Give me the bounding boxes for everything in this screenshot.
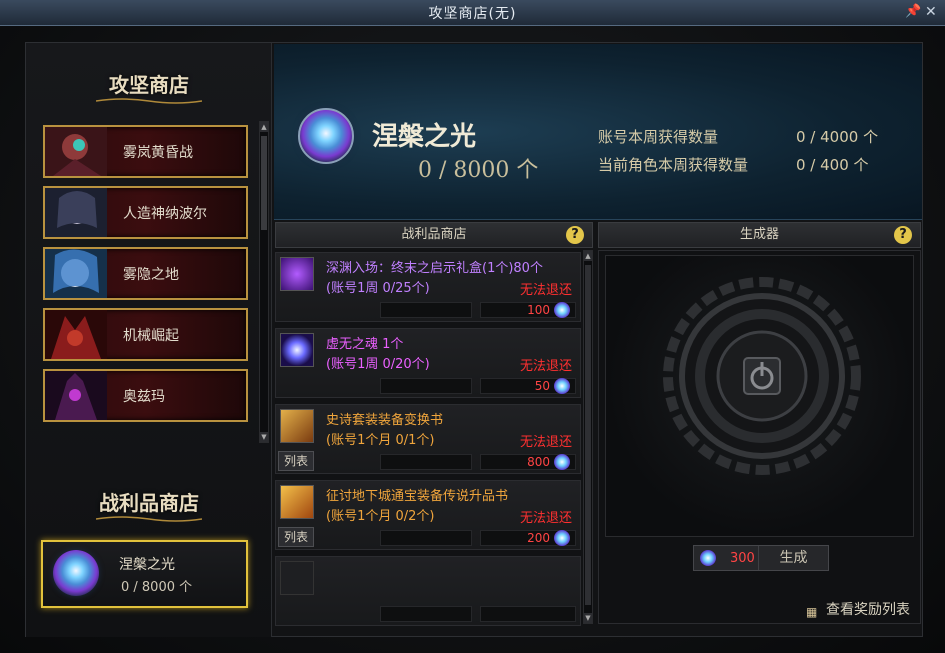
view-rewards-link[interactable]: ▦ 查看奖励列表 bbox=[806, 599, 910, 619]
window-title: 攻坚商店(无) bbox=[428, 5, 517, 22]
weekly-account-value: 0 / 4000 个 bbox=[796, 128, 879, 146]
item-slot bbox=[380, 606, 472, 622]
gear-icon bbox=[663, 277, 861, 475]
dungeon-list-scrollbar[interactable]: ▲ ▼ bbox=[259, 121, 269, 443]
nirvana-light-icon bbox=[554, 302, 570, 318]
nirvana-light-icon bbox=[554, 378, 570, 394]
shop-item[interactable]: 征讨地下城通宝装备传说升品书 (账号1个月 0/2个) 无法退还 列表 200 bbox=[275, 480, 581, 550]
dungeon-item-2[interactable]: 雾隐之地 bbox=[43, 247, 248, 300]
generate-button[interactable]: 生成 bbox=[758, 546, 828, 570]
loot-shop-header: 战利品商店 ? bbox=[275, 222, 593, 248]
void-soul-icon bbox=[280, 333, 314, 367]
dungeon-portrait bbox=[45, 310, 107, 359]
scroll-down-icon[interactable]: ▼ bbox=[584, 613, 592, 623]
item-name: 史诗套装装备变换书 bbox=[326, 413, 444, 428]
generator-header: 生成器 ? bbox=[598, 222, 921, 248]
dungeon-label: 雾隐之地 bbox=[123, 267, 179, 283]
empty-slot-icon bbox=[280, 561, 314, 595]
currency-count: 0 / 8000 个 bbox=[121, 580, 193, 595]
weekly-character-label: 当前角色本周获得数量 bbox=[598, 156, 749, 174]
banner-currency-name: 涅槃之光 bbox=[372, 122, 477, 152]
nirvana-light-icon bbox=[298, 108, 354, 164]
no-refund-label: 无法退还 bbox=[519, 283, 572, 298]
item-slot bbox=[380, 454, 472, 470]
item-name: 征讨地下城通宝装备传说升品书 bbox=[326, 489, 509, 504]
nirvana-light-icon bbox=[53, 550, 99, 596]
item-slot bbox=[380, 530, 472, 546]
dungeon-label: 机械崛起 bbox=[123, 328, 179, 344]
nirvana-light-icon bbox=[554, 454, 570, 470]
legendary-upgrade-book-icon bbox=[280, 485, 314, 519]
dungeon-label: 雾岚黄昏战 bbox=[123, 145, 193, 161]
item-slot bbox=[380, 378, 472, 394]
no-refund-label: 无法退还 bbox=[519, 359, 572, 374]
title-flourish bbox=[96, 98, 202, 104]
sidebar-title: 攻坚商店 bbox=[109, 73, 189, 97]
scroll-up-icon[interactable]: ▲ bbox=[584, 251, 592, 261]
item-name: 深渊入场：终末之启示礼盒(1个)80个 bbox=[326, 261, 543, 276]
shop-item[interactable]: 深渊入场：终末之启示礼盒(1个)80个 (账号1周 0/25个) 无法退还 10… bbox=[275, 252, 581, 322]
shop-list-scrollbar[interactable]: ▲ ▼ bbox=[583, 250, 593, 624]
item-price-slot bbox=[480, 606, 576, 622]
scroll-thumb[interactable] bbox=[585, 265, 591, 605]
item-name: 虚无之魂 1个 bbox=[326, 337, 404, 352]
dungeon-item-0[interactable]: 雾岚黄昏战 bbox=[43, 125, 248, 178]
currency-card-nirvana-light[interactable]: 涅槃之光 0 / 8000 个 bbox=[41, 540, 248, 608]
nirvana-light-icon bbox=[554, 530, 570, 546]
grid-icon: ▦ bbox=[806, 605, 818, 619]
list-button[interactable]: 列表 bbox=[278, 527, 314, 547]
title-flourish bbox=[96, 516, 202, 522]
epic-conversion-book-icon bbox=[280, 409, 314, 443]
dungeon-portrait bbox=[45, 188, 107, 237]
dungeon-item-1[interactable]: 人造神纳波尔 bbox=[43, 186, 248, 239]
weekly-account-label: 账号本周获得数量 bbox=[598, 128, 719, 146]
list-button[interactable]: 列表 bbox=[278, 451, 314, 471]
abyss-ticket-box-icon bbox=[280, 257, 314, 291]
dungeon-item-4[interactable]: 奥兹玛 bbox=[43, 369, 248, 422]
generate-bar: 300 生成 bbox=[693, 545, 829, 571]
loot-shop-title: 战利品商店 bbox=[99, 491, 199, 515]
dungeon-item-3[interactable]: 机械崛起 bbox=[43, 308, 248, 361]
dungeon-portrait bbox=[45, 249, 107, 298]
dungeon-label: 奥兹玛 bbox=[123, 389, 165, 405]
item-limit: (账号1个月 0/1个) bbox=[326, 433, 435, 448]
no-refund-label: 无法退还 bbox=[519, 435, 572, 450]
item-price: 100 bbox=[527, 303, 550, 317]
no-refund-label: 无法退还 bbox=[519, 511, 572, 526]
left-sidebar: 攻坚商店 雾岚黄昏战 人造神纳波尔 雾隐之地 机械崛起 奥兹玛 ▲ ▼ 战利品商… bbox=[26, 43, 272, 637]
view-rewards-label: 查看奖励列表 bbox=[826, 602, 910, 618]
loot-shop-header-label: 战利品商店 bbox=[401, 227, 467, 242]
generator-header-label: 生成器 bbox=[739, 227, 779, 242]
scroll-down-icon[interactable]: ▼ bbox=[260, 432, 268, 442]
nirvana-light-icon bbox=[700, 550, 716, 566]
shop-item[interactable]: 史诗套装装备变换书 (账号1个月 0/1个) 无法退还 列表 800 bbox=[275, 404, 581, 474]
close-icon[interactable]: ✕ bbox=[925, 4, 939, 20]
item-limit: (账号1周 0/25个) bbox=[326, 281, 430, 296]
dungeon-label: 人造神纳波尔 bbox=[123, 206, 207, 222]
item-slot bbox=[380, 302, 472, 318]
weekly-character-value: 0 / 400 个 bbox=[796, 156, 869, 174]
shop-item[interactable]: 虚无之魂 1个 (账号1周 0/20个) 无法退还 50 bbox=[275, 328, 581, 398]
generator-view bbox=[605, 255, 914, 537]
scroll-up-icon[interactable]: ▲ bbox=[260, 122, 268, 132]
item-limit: (账号1周 0/20个) bbox=[326, 357, 430, 372]
dungeon-portrait bbox=[45, 127, 107, 176]
shop-item-empty bbox=[275, 556, 581, 626]
item-price: 800 bbox=[527, 455, 550, 469]
generate-cost: 300 bbox=[730, 551, 755, 566]
shop-item-list: 深渊入场：终末之启示礼盒(1个)80个 (账号1周 0/25个) 无法退还 10… bbox=[275, 250, 593, 626]
item-price: 200 bbox=[527, 531, 550, 545]
pin-icon[interactable]: 📌 bbox=[905, 4, 921, 20]
generator-panel: 300 生成 ▦ 查看奖励列表 bbox=[598, 250, 921, 624]
scroll-thumb[interactable] bbox=[261, 136, 267, 230]
help-icon[interactable]: ? bbox=[566, 226, 584, 244]
dungeon-portrait bbox=[45, 371, 107, 420]
currency-label: 涅槃之光 bbox=[119, 557, 175, 573]
item-limit: (账号1个月 0/2个) bbox=[326, 509, 435, 524]
help-icon[interactable]: ? bbox=[894, 226, 912, 244]
banner-currency-count: 0 / 8000 个 bbox=[418, 158, 539, 183]
item-price: 50 bbox=[534, 379, 550, 393]
currency-banner: 涅槃之光 0 / 8000 个 账号本周获得数量 0 / 4000 个 当前角色… bbox=[274, 44, 922, 220]
window-titlebar: 攻坚商店(无) 📌 ✕ bbox=[0, 0, 945, 26]
